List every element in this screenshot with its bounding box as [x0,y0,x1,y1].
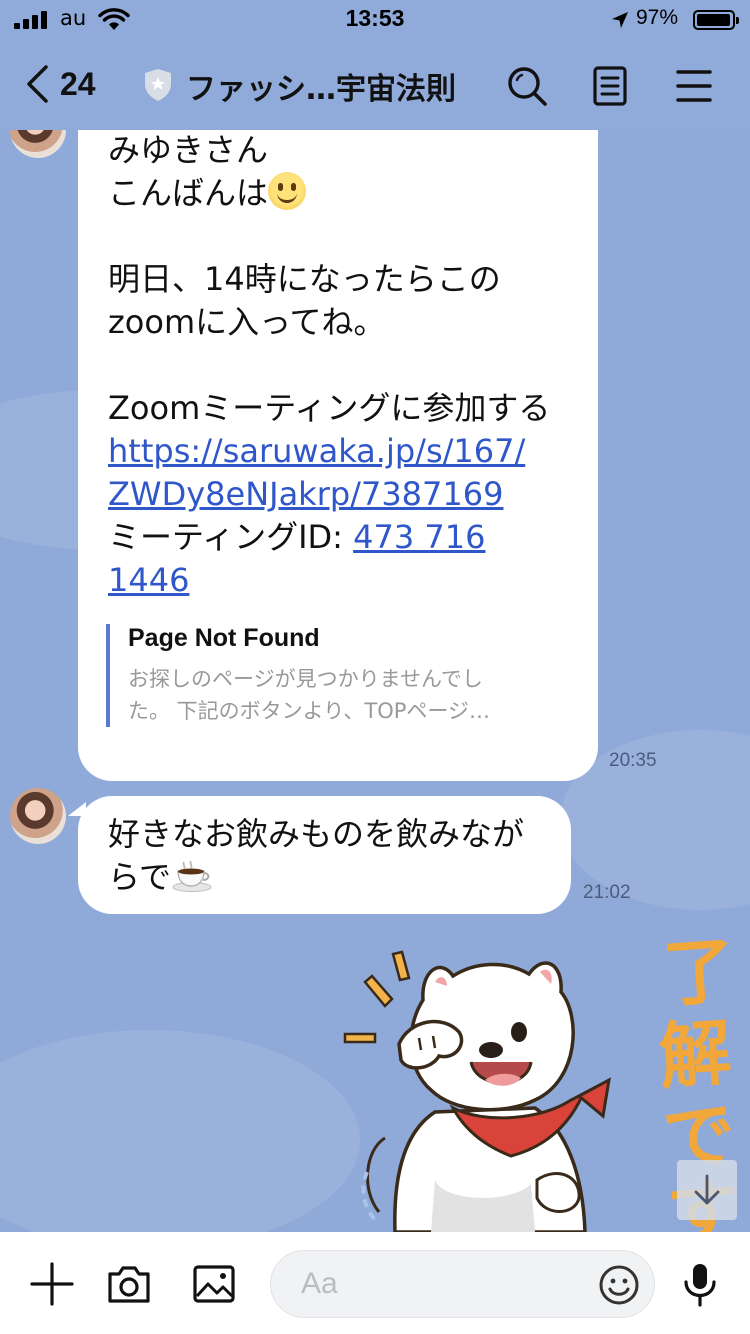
message-input[interactable] [301,1251,581,1317]
battery-percentage: 97% [636,6,679,29]
link-preview[interactable]: Page Not Found お探しのページが見つかりませんでし た。 下記のボ… [106,624,556,727]
notes-icon [593,66,627,106]
zoom-link[interactable]: https://saruwaka.jp/s/167/ ZWDy8eNJakrp/… [108,432,525,513]
message-text: 好きなお飲みものを飲みなが らで [108,815,525,896]
chat-header: 24 ファッシ…宇宙法則 [0,40,750,130]
shield-star-icon [145,69,171,101]
voice-button[interactable] [676,1260,724,1308]
chat-title[interactable]: ファッシ…宇宙法則 [186,64,456,108]
back-button[interactable]: 24 [24,60,114,108]
search-button[interactable] [505,64,549,108]
body-text: 明日、14時になったらこの zoomに入ってね。 [108,260,501,341]
coffee-cup-emoji-icon [172,860,212,892]
message-bubble[interactable]: みゆきさん こんばんは 明日、14時になったらこの zoomに入ってね。 Zoo… [78,130,598,781]
sender-avatar[interactable] [10,130,66,158]
emoji-icon[interactable] [598,1264,640,1306]
message-time: 20:35 [609,750,657,771]
menu-button[interactable] [672,64,716,108]
search-icon [508,67,547,106]
battery-icon [693,10,739,30]
message-time: 21:02 [583,882,631,903]
smiling-face-emoji-icon [268,172,307,210]
unread-count: 24 [60,65,96,102]
microphone-icon [684,1264,716,1307]
scroll-to-bottom-button[interactable] [677,1160,737,1220]
image-icon [193,1265,235,1303]
sparkle-marks-icon [343,950,411,1044]
preview-description: お探しのページが見つかりませんでし た。 下記のボタンより、TOPページ… [128,667,491,723]
location-arrow-icon [612,12,628,28]
arrow-down-icon [694,1174,720,1205]
greeting-text: みゆきさん こんばんは [108,131,269,212]
preview-title: Page Not Found [128,624,320,652]
camera-button[interactable] [105,1260,153,1308]
add-button[interactable] [28,1260,76,1308]
camera-icon [108,1266,150,1303]
message-input-container [270,1250,655,1318]
chat-area[interactable]: みゆきさん こんばんは 明日、14時になったらこの zoomに入ってね。 Zoo… [0,130,750,1232]
plus-icon [30,1262,74,1306]
sticker-caption-2: 解 [656,1010,734,1099]
image-button[interactable] [190,1260,238,1308]
message-text: みゆきさん こんばんは 明日、14時になったらこの zoomに入ってね。 Zoo… [108,130,588,602]
message-input-bar [0,1232,750,1334]
chevron-left-icon [27,65,48,103]
menu-icon [676,70,712,102]
zoom-label: Zoomミーティングに参加する [108,389,551,427]
sender-avatar[interactable] [10,788,66,844]
status-bar: au 13:53 97% [0,0,750,40]
notes-button[interactable] [588,64,632,108]
background-cloud [0,1030,360,1232]
meeting-id-label: ミーティングID: [108,518,354,556]
message-bubble[interactable]: 好きなお飲みものを飲みなが らで [78,796,571,914]
sticker-caption-1: 了 [660,940,738,1017]
